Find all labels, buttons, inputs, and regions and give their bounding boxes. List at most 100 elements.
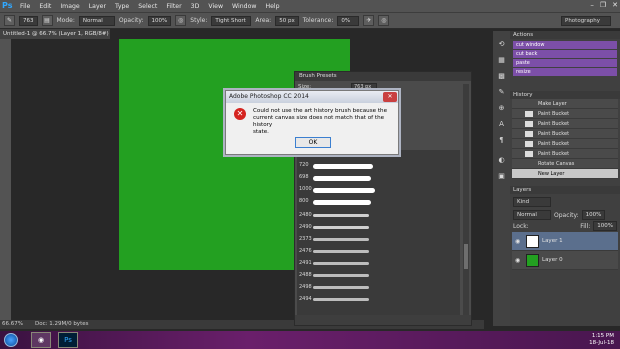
history-item-label: Rotate Canvas [538,161,575,167]
menu-filter[interactable]: Filter [166,3,181,10]
photoshop-taskbar-icon[interactable]: Ps [58,332,78,348]
ok-button[interactable]: OK [295,137,331,148]
options-bar: ✎ 763 ▤ Mode: Normal Opacity: 100% ◎ Sty… [0,12,620,29]
brush-panel-toggle-icon[interactable]: ▤ [41,15,53,26]
history-item-label: New Layer [538,171,565,177]
brush-stroke-preview[interactable] [313,250,369,253]
layer-kind-filter[interactable]: Kind [513,197,551,207]
art-history-brush-icon[interactable]: ✎ [4,15,15,26]
pressure-size-icon[interactable]: ◎ [378,15,390,26]
brush-stroke-preview[interactable] [313,164,373,169]
layer-blend-mode[interactable]: Normal [513,210,551,220]
brush-preset-size[interactable]: 2498 [299,284,312,290]
properties-panel-icon[interactable]: ▦ [496,55,507,66]
history-item[interactable]: Rotate Canvas [512,159,618,169]
layer-fill-input[interactable]: 100% [593,221,617,231]
area-input[interactable]: 50 px [275,15,299,26]
history-item[interactable]: Paint Bucket [512,109,618,119]
brush-preset-size[interactable]: 2488 [299,272,312,278]
layer-name: Layer 1 [542,238,563,244]
brush-preset-size[interactable]: 1000 [299,186,312,192]
document-tab[interactable]: Untitled-1 @ 66.7% (Layer 1, RGB/8#) * [0,29,110,47]
brush-stroke-preview[interactable] [313,188,375,193]
menu-type[interactable]: Type [115,3,129,10]
brush-preset-size[interactable]: 720 [299,162,309,168]
history-item-selected[interactable]: New Layer [512,169,618,179]
restore-icon[interactable]: ❐ [600,1,606,9]
brush-preset-size[interactable]: 800 [299,198,309,204]
style-select[interactable]: Tight Short [211,15,252,26]
brush-stroke-preview[interactable] [313,200,371,205]
brush-presets-footer [295,315,471,325]
action-item[interactable]: cut window [513,41,617,49]
windows-taskbar: ◉ Ps 1:15 PM 18-Jul-18 [0,331,620,349]
paragraph-panel-icon[interactable]: ¶ [496,135,507,146]
history-item[interactable]: Paint Bucket [512,149,618,159]
airbrush-icon[interactable]: ✈ [363,15,375,26]
menu-image[interactable]: Image [60,3,79,10]
action-item[interactable]: resize [513,68,617,76]
adjustments-icon[interactable]: ◐ [496,155,507,166]
layers-panel-title[interactable]: Layers [510,186,620,194]
layer-row[interactable]: ◉ Layer 1 [512,232,618,251]
brush-preset-size[interactable]: 2491 [299,260,312,266]
menu-edit[interactable]: Edit [39,3,51,10]
menu-help[interactable]: Help [265,3,279,10]
clone-source-icon[interactable]: ⊕ [496,103,507,114]
scrollbar-thumb[interactable] [464,244,468,269]
layer-row[interactable]: ◉ Layer 0 [512,251,618,270]
brush-preset-list[interactable]: 763 720 698 1000 800 2480 2490 2373 2476… [297,150,460,317]
menu-file[interactable]: File [20,3,30,10]
workspace-select[interactable]: Photography [561,16,611,26]
brush-preset-size[interactable]: 698 [299,174,309,180]
brush-presets-title[interactable]: Brush Presets [295,72,471,81]
mode-select[interactable]: Normal [78,15,115,26]
menu-3d[interactable]: 3D [191,3,200,10]
tolerance-input[interactable]: 0% [337,15,360,26]
opacity-input[interactable]: 100% [147,15,172,26]
history-item[interactable]: Paint Bucket [512,129,618,139]
pressure-opacity-icon[interactable]: ◎ [175,15,187,26]
text-panel-icon[interactable]: A [496,119,507,130]
brush-stroke-preview[interactable] [313,298,369,301]
styles-icon[interactable]: ▣ [496,171,507,182]
swatches-panel-icon[interactable]: ▩ [496,71,507,82]
history-panel-icon[interactable]: ⟲ [496,39,507,50]
history-item[interactable]: Paint Bucket [512,139,618,149]
actions-panel-title[interactable]: Actions [510,31,620,39]
brush-stroke-preview[interactable] [313,262,369,265]
visibility-eye-icon[interactable]: ◉ [515,251,520,270]
dialog-close-icon[interactable]: ✕ [383,92,397,102]
start-button[interactable] [4,333,18,347]
brush-preset-size[interactable]: 2490 [299,224,312,230]
brush-stroke-preview[interactable] [313,274,369,277]
brush-preset-size[interactable]: 2476 [299,248,312,254]
brush-preset-size[interactable]: 2480 [299,212,312,218]
visibility-eye-icon[interactable]: ◉ [515,232,520,251]
chrome-taskbar-icon[interactable]: ◉ [31,332,51,348]
menu-view[interactable]: View [208,3,223,10]
action-item[interactable]: paste [513,59,617,67]
brush-stroke-preview[interactable] [313,214,369,217]
menu-select[interactable]: Select [138,3,157,10]
close-icon[interactable]: ✕ [612,1,618,9]
brush-stroke-preview[interactable] [313,226,369,229]
layer-opacity-input[interactable]: 100% [581,210,606,220]
action-item[interactable]: cut back [513,50,617,58]
minimize-icon[interactable]: – [590,1,594,9]
history-panel-title[interactable]: History [510,91,620,99]
brush-stroke-preview[interactable] [313,176,371,181]
history-item[interactable]: Paint Bucket [512,119,618,129]
brush-stroke-preview[interactable] [313,238,369,241]
menu-window[interactable]: Window [232,3,256,10]
brush-panel-icon[interactable]: ✎ [496,87,507,98]
brush-preset-size[interactable]: 2373 [299,236,312,242]
brush-preset-size[interactable]: 2494 [299,296,312,302]
brush-stroke-preview[interactable] [313,286,369,289]
paint-bucket-icon [525,141,533,147]
brush-size-picker[interactable]: 763 [19,15,38,26]
brush-list-scrollbar[interactable] [463,84,469,316]
system-clock[interactable]: 1:15 PM 18-Jul-18 [589,333,614,347]
menu-layer[interactable]: Layer [89,3,106,10]
history-item[interactable]: Make Layer [512,99,618,109]
